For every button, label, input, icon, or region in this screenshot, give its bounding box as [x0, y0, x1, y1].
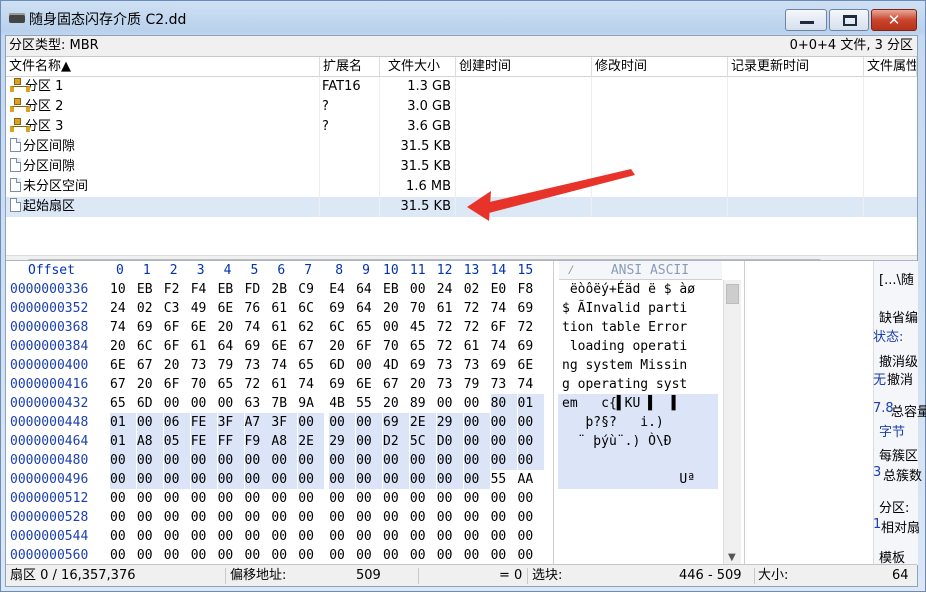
app-window: 随身固态闪存介质 C2.dd ✕ 分区类型: MBR 0+0+4 文件, 3 分… — [0, 0, 926, 592]
annotation-arrowhead-icon — [467, 191, 491, 221]
annotation-arrow-icon — [475, 169, 635, 214]
annotation-arrow — [467, 169, 635, 221]
